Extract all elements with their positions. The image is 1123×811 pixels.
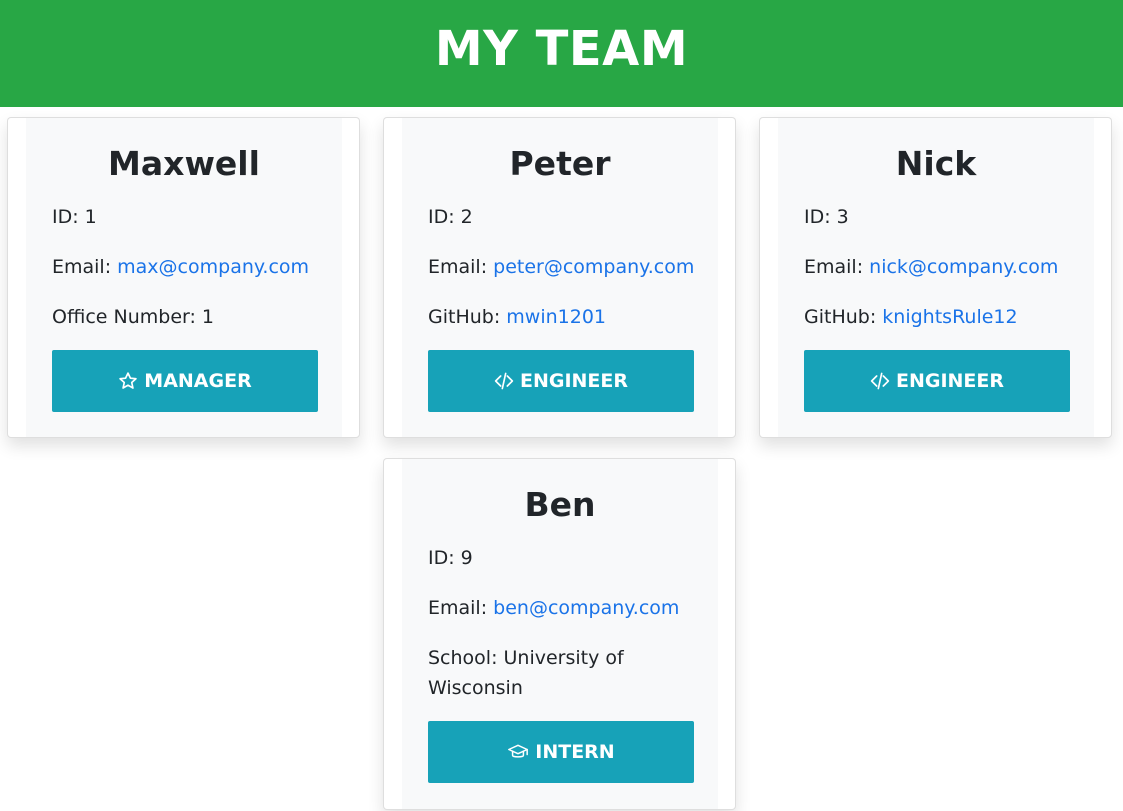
page-header: MY TEAM (0, 0, 1123, 107)
employee-id: ID: 9 (428, 547, 473, 569)
employee-email-row: Email: ben@company.com (428, 593, 698, 623)
employee-card-engineer: Peter ID: 2 Email: peter@company.com Git… (383, 117, 736, 438)
email-link[interactable]: nick@company.com (869, 256, 1058, 278)
role-label: ENGINEER (895, 370, 1005, 392)
role-label: ENGINEER (519, 370, 629, 392)
github-link[interactable]: knightsRule12 (882, 306, 1017, 328)
employee-email-row: Email: nick@company.com (804, 252, 1074, 282)
card-body: Maxwell ID: 1 Email: max@company.com Off… (26, 118, 342, 437)
office-number: Office Number: 1 (52, 306, 215, 328)
employee-id: ID: 2 (428, 206, 473, 228)
intern-role-button[interactable]: INTERN (428, 721, 694, 783)
card-body: Peter ID: 2 Email: peter@company.com Git… (402, 118, 718, 437)
github-label: GitHub: (804, 306, 883, 328)
school: School: University of Wisconsin (428, 647, 624, 699)
email-label: Email: (52, 256, 118, 278)
employee-id: ID: 1 (52, 206, 97, 228)
code-icon (494, 372, 514, 390)
email-link[interactable]: peter@company.com (493, 256, 694, 278)
code-icon (870, 372, 890, 390)
employee-id: ID: 3 (804, 206, 849, 228)
github-row: GitHub: knightsRule12 (804, 302, 1074, 332)
manager-role-button[interactable]: MANAGER (52, 350, 318, 412)
card-body: Ben ID: 9 Email: ben@company.com School:… (402, 459, 718, 809)
role-label: INTERN (535, 741, 615, 763)
email-label: Email: (428, 597, 494, 619)
graduation-cap-icon (508, 744, 529, 758)
employee-card-manager: Maxwell ID: 1 Email: max@company.com Off… (7, 117, 360, 438)
employee-email-row: Email: max@company.com (52, 252, 322, 282)
employee-name: Ben (524, 485, 596, 524)
employee-card-intern: Ben ID: 9 Email: ben@company.com School:… (383, 458, 736, 810)
github-link[interactable]: mwin1201 (506, 306, 606, 328)
role-label: MANAGER (144, 370, 252, 392)
email-label: Email: (428, 256, 494, 278)
email-link[interactable]: ben@company.com (493, 597, 679, 619)
employee-name: Maxwell (108, 144, 260, 183)
engineer-role-button[interactable]: ENGINEER (804, 350, 1070, 412)
email-link[interactable]: max@company.com (117, 256, 309, 278)
employee-name: Nick (895, 144, 977, 183)
employee-email-row: Email: peter@company.com (428, 252, 698, 282)
employee-name: Peter (509, 144, 611, 183)
github-label: GitHub: (428, 306, 507, 328)
star-icon (119, 372, 138, 389)
page-title: MY TEAM (434, 20, 689, 77)
github-row: GitHub: mwin1201 (428, 302, 698, 332)
employee-card-engineer: Nick ID: 3 Email: nick@company.com GitHu… (759, 117, 1112, 438)
card-body: Nick ID: 3 Email: nick@company.com GitHu… (778, 118, 1094, 437)
email-label: Email: (804, 256, 870, 278)
engineer-role-button[interactable]: ENGINEER (428, 350, 694, 412)
